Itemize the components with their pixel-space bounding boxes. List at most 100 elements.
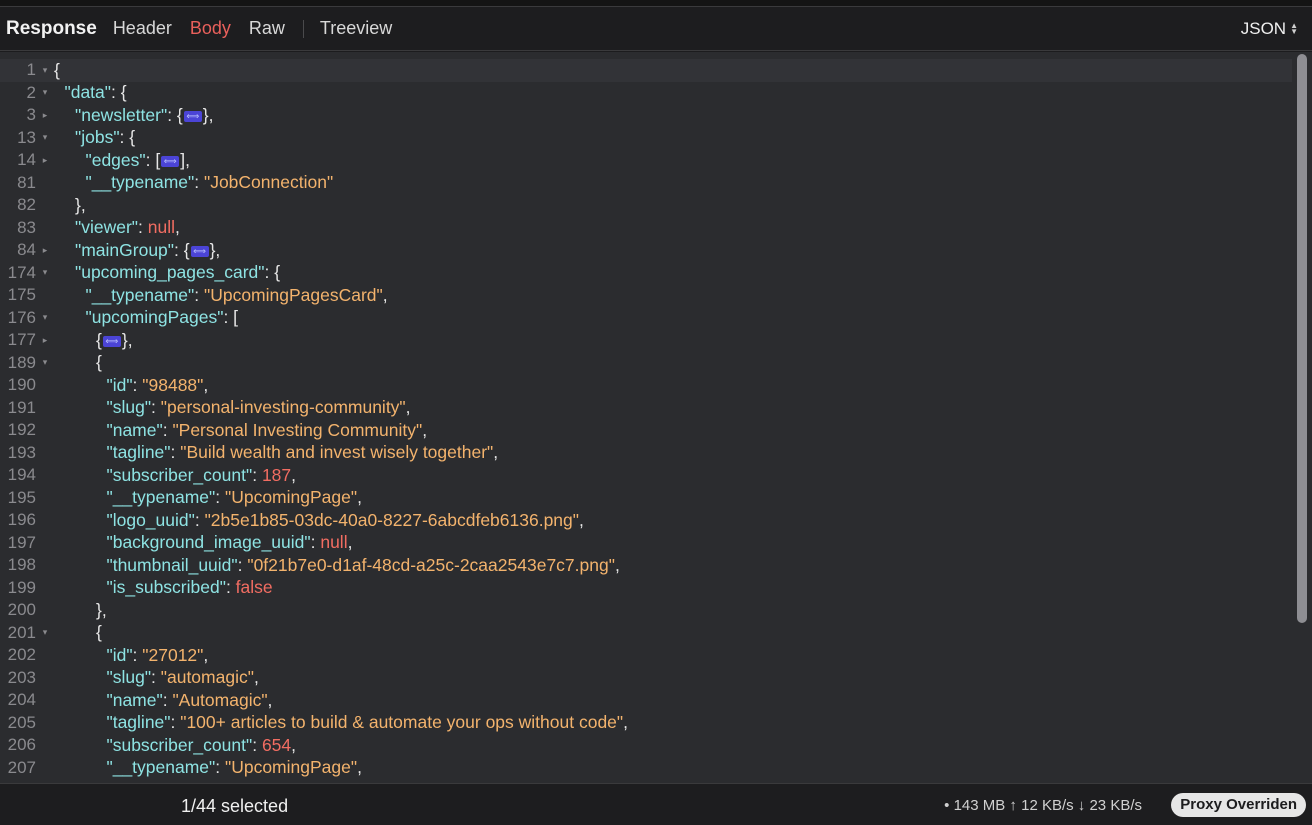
- code-text: {: [96, 352, 102, 373]
- collapsed-block-icon[interactable]: ⟺: [183, 110, 202, 122]
- json-punctuation: :: [132, 374, 143, 395]
- window-top-strip: [0, 0, 1312, 7]
- json-key: "thumbnail_uuid": [106, 554, 238, 575]
- code-line[interactable]: 1 ▾{: [0, 59, 1292, 82]
- line-number: 84: [17, 240, 36, 260]
- code-line[interactable]: 193 "tagline": "Build wealth and invest w…: [0, 442, 1292, 465]
- tab-body[interactable]: Body: [190, 18, 231, 39]
- collapsed-block-icon[interactable]: ⟺: [161, 155, 180, 167]
- code-line[interactable]: 3 ▸ "newsletter": {⟺},: [0, 104, 1292, 127]
- code-line[interactable]: 204 "name": "Automagic",: [0, 689, 1292, 712]
- line-number: 81: [17, 172, 36, 192]
- code-line[interactable]: 177 ▸ {⟺},: [0, 329, 1292, 352]
- json-punctuation: ,: [267, 689, 273, 710]
- code-text: "name": "Personal Investing Community",: [107, 420, 428, 441]
- code-text: },: [96, 600, 107, 621]
- tab-treeview[interactable]: Treeview: [320, 18, 392, 39]
- json-editor[interactable]: 1 ▾{2 ▾ "data": {3 ▸ "newsletter": {⟺}, 13 ▾ "jo…: [0, 52, 1312, 783]
- code-line[interactable]: 83 "viewer": null,: [0, 217, 1292, 240]
- json-string: "automagic": [160, 667, 254, 688]
- code-line[interactable]: 200},: [0, 599, 1292, 622]
- collapsed-block-icon[interactable]: ⟺: [190, 245, 209, 257]
- line-number: 196: [7, 510, 36, 530]
- fold-collapsed-icon[interactable]: ▸: [36, 335, 54, 346]
- code-line[interactable]: 197 "background_image_uuid": null,: [0, 532, 1292, 555]
- json-punctuation: ,: [623, 712, 629, 733]
- code-text: "is_subscribed": false: [107, 577, 273, 598]
- fold-collapsed-icon[interactable]: ▸: [36, 245, 54, 256]
- code-line[interactable]: 198 "thumbnail_uuid": "0f21b7e0-d1af-48cd…: [0, 554, 1292, 577]
- line-number: 191: [7, 397, 36, 417]
- line-number: 192: [7, 420, 36, 440]
- code-line[interactable]: 191 "slug": "personal-investing-community…: [0, 397, 1292, 420]
- code-text: "__typename": "JobConnection": [86, 172, 334, 193]
- json-punctuation: ,: [203, 644, 209, 665]
- code-line[interactable]: 194 "subscriber_count": 187,: [0, 464, 1292, 487]
- code-line[interactable]: 189 ▾ {: [0, 352, 1292, 375]
- json-punctuation: : {: [174, 239, 190, 260]
- code-line[interactable]: 202 "id": "27012",: [0, 644, 1292, 667]
- line-number: 205: [7, 712, 36, 732]
- code-line[interactable]: 84 ▸ "mainGroup": {⟺},: [0, 239, 1292, 262]
- code-line[interactable]: 201 ▾ {: [0, 622, 1292, 645]
- code-line[interactable]: 82},: [0, 194, 1292, 217]
- format-selector[interactable]: JSON ▲ ▼: [1241, 19, 1298, 39]
- json-string: "27012": [142, 644, 204, 665]
- code-line[interactable]: 192 "name": "Personal Investing Community…: [0, 419, 1292, 442]
- fold-collapsed-icon[interactable]: ▸: [36, 155, 54, 166]
- json-key: "tagline": [106, 442, 171, 463]
- code-line[interactable]: 174 ▾ "upcoming_pages_card": {: [0, 262, 1292, 285]
- json-key: "name": [106, 419, 163, 440]
- code-line[interactable]: 13 ▾ "jobs": {: [0, 127, 1292, 150]
- json-string: "JobConnection": [203, 172, 334, 193]
- fold-collapsed-icon[interactable]: ▸: [36, 110, 54, 121]
- code-line[interactable]: 81 "__typename": "JobConnection": [0, 172, 1292, 195]
- code-line[interactable]: 205 "tagline": "100+ articles to build & …: [0, 712, 1292, 735]
- code-line[interactable]: 199 "is_subscribed": false: [0, 577, 1292, 600]
- fold-expanded-icon[interactable]: ▾: [36, 87, 54, 98]
- code-text: "viewer": null,: [75, 217, 180, 238]
- json-literal: null: [147, 217, 175, 238]
- json-key: "id": [106, 374, 133, 395]
- selection-count: 1/44 selected: [181, 796, 289, 816]
- fold-expanded-icon[interactable]: ▾: [36, 627, 54, 638]
- code-line[interactable]: 203 "slug": "automagic",: [0, 667, 1292, 690]
- vertical-scrollbar[interactable]: [1297, 54, 1307, 623]
- code-line[interactable]: 14 ▸ "edges": [⟺],: [0, 149, 1292, 172]
- code-line[interactable]: 190 "id": "98488",: [0, 374, 1292, 397]
- json-punctuation: ,: [493, 442, 499, 463]
- code-line[interactable]: 2 ▾ "data": {: [0, 82, 1292, 105]
- updown-chevron-icon: ▲ ▼: [1290, 21, 1298, 36]
- tab-raw[interactable]: Raw: [249, 18, 285, 39]
- fold-expanded-icon[interactable]: ▾: [36, 357, 54, 368]
- proxy-status-badge[interactable]: Proxy Overriden: [1171, 793, 1306, 817]
- json-key: "slug": [106, 397, 152, 418]
- code-line[interactable]: 175 "__typename": "UpcomingPagesCard",: [0, 284, 1292, 307]
- line-number: 195: [7, 487, 36, 507]
- code-text: "edges": [⟺],: [86, 150, 190, 171]
- code-line[interactable]: 196 "logo_uuid": "2b5e1b85-03dc-40a0-8227…: [0, 509, 1292, 532]
- fold-expanded-icon[interactable]: ▾: [36, 65, 54, 76]
- json-literal: null: [320, 532, 348, 553]
- fold-expanded-icon[interactable]: ▾: [36, 312, 54, 323]
- line-number: 193: [7, 442, 36, 462]
- json-key: "mainGroup": [75, 239, 174, 260]
- line-number: 201: [7, 622, 36, 642]
- fold-expanded-icon[interactable]: ▾: [36, 132, 54, 143]
- line-number: 190: [7, 375, 36, 395]
- line-number: 203: [7, 667, 36, 687]
- json-punctuation: },: [96, 599, 107, 620]
- code-line[interactable]: 195 "__typename": "UpcomingPage",: [0, 487, 1292, 510]
- line-number: 174: [7, 262, 36, 282]
- fold-expanded-icon[interactable]: ▾: [36, 267, 54, 278]
- json-punctuation: :: [162, 689, 173, 710]
- code-line[interactable]: 176 ▾ "upcomingPages": [: [0, 307, 1292, 330]
- tab-header[interactable]: Header: [113, 18, 172, 39]
- code-text: "slug": "automagic",: [107, 667, 259, 688]
- line-number: 202: [7, 645, 36, 665]
- line-number: 200: [7, 600, 36, 620]
- collapsed-block-icon[interactable]: ⟺: [102, 335, 121, 347]
- json-punctuation: :: [138, 217, 148, 238]
- code-line[interactable]: 207 "__typename": "UpcomingPage",: [0, 757, 1292, 780]
- code-line[interactable]: 206 "subscriber_count": 654,: [0, 734, 1292, 757]
